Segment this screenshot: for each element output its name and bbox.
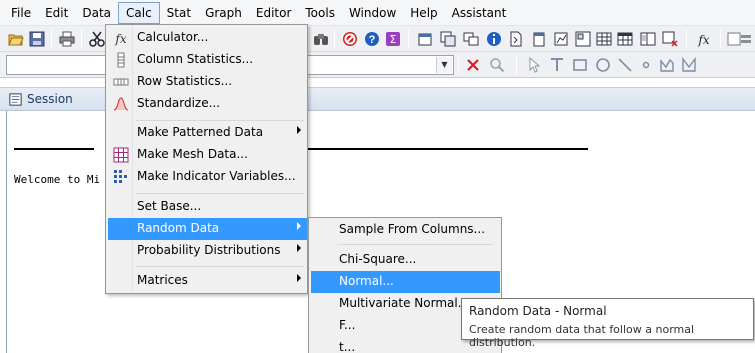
svg-text:fx: fx	[114, 32, 126, 46]
menu-stat[interactable]: Stat	[160, 2, 198, 24]
row-stats-icon	[113, 78, 129, 86]
tooltip-title: Random Data - Normal	[469, 304, 607, 318]
cross-icon[interactable]	[465, 57, 481, 73]
vars-icon[interactable]	[727, 31, 753, 47]
cut-icon[interactable]	[89, 31, 105, 47]
report-icon[interactable]	[508, 31, 524, 47]
submenu-arrow-icon	[297, 274, 301, 282]
pointer-icon[interactable]	[526, 57, 542, 73]
rectangle-tool-icon[interactable]	[572, 57, 588, 73]
session-rule	[14, 148, 94, 150]
table-active-icon[interactable]	[617, 31, 633, 47]
submenu-arrow-icon	[297, 244, 301, 252]
windows-icon[interactable]	[463, 31, 479, 47]
print-icon[interactable]	[59, 31, 75, 47]
menu-editor[interactable]: Editor	[249, 2, 299, 24]
column-stats-icon	[117, 52, 125, 68]
polygon-tool-icon[interactable]	[681, 57, 697, 73]
menu-item-standardize[interactable]: Standardize...	[108, 93, 307, 115]
menu-item-random-data[interactable]: Random Data	[108, 218, 307, 240]
magnifier-icon[interactable]	[489, 57, 505, 73]
menu-item-set-base[interactable]: Set Base...	[108, 196, 307, 218]
table-icon[interactable]	[596, 31, 612, 47]
svg-text:Σ: Σ	[390, 33, 397, 46]
open-icon[interactable]	[8, 31, 24, 47]
bell-curve-icon	[113, 97, 129, 111]
session-title: Session	[27, 92, 73, 106]
binoculars-icon[interactable]	[313, 31, 329, 47]
text-tool-icon[interactable]	[549, 57, 565, 73]
menu-data[interactable]: Data	[75, 2, 118, 24]
fx-icon[interactable]: fx	[696, 31, 712, 47]
submenu-item-sample-from-columns[interactable]: Sample From Columns...	[311, 219, 500, 241]
layout-icon[interactable]	[575, 31, 591, 47]
session-rule	[308, 148, 588, 150]
session-icon[interactable]	[417, 31, 433, 47]
menu-edit[interactable]: Edit	[38, 2, 75, 24]
menu-item-make-patterned-data[interactable]: Make Patterned Data	[108, 122, 307, 144]
help-icon[interactable]: ?	[364, 31, 380, 47]
notepad-icon[interactable]	[531, 31, 547, 47]
fx-icon: fx	[114, 32, 126, 46]
welcome-text: Welcome to Mi	[14, 173, 101, 186]
tooltip: Random Data - Normal Create random data …	[461, 298, 754, 349]
menu-tools[interactable]: Tools	[298, 2, 342, 24]
submenu-arrow-icon	[297, 222, 301, 230]
polyline-tool-icon[interactable]	[659, 57, 675, 73]
tooltip-description: Create random data that follow a normal …	[469, 323, 695, 349]
menu-calc[interactable]: Calc	[118, 1, 160, 24]
marker-tool-icon[interactable]	[638, 57, 654, 73]
menu-bar: File Edit Data Calc Stat Graph Editor To…	[0, 0, 755, 26]
menu-window[interactable]: Window	[342, 2, 403, 24]
menu-file[interactable]: File	[4, 2, 38, 24]
chevron-down-icon[interactable]: ▼	[436, 57, 452, 73]
stop-icon[interactable]	[342, 31, 358, 47]
submenu-item-chi-square[interactable]: Chi-Square...	[311, 249, 500, 271]
menu-item-column-statistics[interactable]: Column Statistics...	[108, 49, 307, 71]
menu-item-make-indicator-variables[interactable]: Make Indicator Variables...	[108, 166, 307, 188]
line-tool-icon[interactable]	[617, 57, 633, 73]
graph-icon[interactable]	[553, 31, 569, 47]
svg-text:?: ?	[369, 34, 376, 46]
split-icon[interactable]	[640, 31, 656, 47]
sigma-icon[interactable]: Σ	[385, 31, 401, 47]
menu-item-make-mesh-data[interactable]: Make Mesh Data...	[108, 144, 307, 166]
indicator-icon	[114, 170, 127, 183]
menu-graph[interactable]: Graph	[198, 2, 249, 24]
menu-assistant[interactable]: Assistant	[445, 2, 514, 24]
save-icon[interactable]	[29, 31, 45, 47]
worksheets-icon[interactable]	[440, 31, 456, 47]
menu-item-row-statistics[interactable]: Row Statistics...	[108, 71, 307, 93]
submenu-item-normal[interactable]: Normal...	[311, 271, 500, 293]
svg-text:fx: fx	[697, 33, 709, 47]
calc-menu: fx Calculator... Column Statistics... Ro…	[105, 24, 308, 294]
info-icon[interactable]	[486, 31, 502, 47]
mesh-icon	[113, 147, 129, 163]
submenu-arrow-icon	[297, 126, 301, 134]
close-graph-icon[interactable]	[662, 31, 678, 47]
session-icon	[9, 93, 22, 106]
menu-item-matrices[interactable]: Matrices	[108, 270, 307, 292]
menu-help[interactable]: Help	[403, 2, 444, 24]
ellipse-tool-icon[interactable]	[595, 57, 611, 73]
menu-item-calculator[interactable]: fx Calculator...	[108, 27, 307, 49]
menu-item-probability-distributions[interactable]: Probability Distributions	[108, 240, 307, 262]
